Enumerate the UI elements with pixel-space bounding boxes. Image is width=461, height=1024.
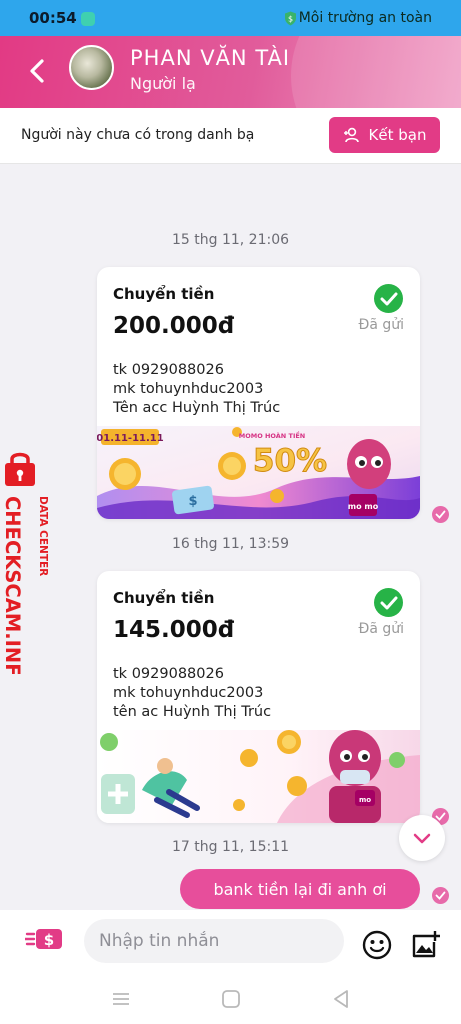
add-image-icon[interactable] <box>410 930 440 960</box>
add-friend-button[interactable]: Kết bạn <box>329 117 440 153</box>
timestamp: 17 thg 11, 15:11 <box>171 839 290 855</box>
check-icon <box>374 588 403 617</box>
chat-header: PHAN VĂN TÀI Người lạ <box>0 36 461 108</box>
not-in-contacts-bar: Người này chưa có trong danh bạ Kết bạn <box>0 108 461 164</box>
home-icon[interactable] <box>220 988 242 1010</box>
note-line: Tên acc Huỳnh Thị Trúc <box>113 400 281 416</box>
note-line: tên ac Huỳnh Thị Trúc <box>113 704 272 720</box>
promo-banner: 01.11-11.11 $ MOMO HOÀN TIỀN 50% mo mo <box>97 426 420 519</box>
safe-environment-text: Môi trường an toàn <box>298 10 432 26</box>
emoji-icon[interactable] <box>362 930 392 960</box>
contact-avatar[interactable] <box>69 45 114 90</box>
checkscam-watermark: DATA CENTER CHECKSCAM.INFO <box>2 452 49 674</box>
note-line: tk 0929088026 <box>113 362 224 378</box>
timestamp: 16 thg 11, 13:59 <box>171 536 290 552</box>
transfer-card[interactable]: Chuyển tiền 145.000đ Đã gửi tk 092908802… <box>97 571 420 823</box>
system-nav-bar <box>0 976 461 1024</box>
back-icon[interactable] <box>26 58 50 84</box>
banner-percent: 50% <box>253 443 327 479</box>
header-decoration <box>291 36 461 108</box>
status-bar: 00:54 $ Môi trường an toàn <box>0 0 461 36</box>
message-input[interactable]: Nhập tin nhắn <box>84 919 344 963</box>
note-line: mk tohuynhduc2003 <box>113 685 264 701</box>
banner-date-tag: 01.11-11.11 <box>97 433 164 444</box>
transfer-status: Đã gửi <box>358 317 404 333</box>
read-receipt-icon <box>432 506 449 523</box>
menu-icon[interactable] <box>110 988 132 1010</box>
add-user-icon <box>343 127 359 143</box>
transfer-card[interactable]: Chuyển tiền 200.000đ Đã gửi tk 092908802… <box>97 267 420 519</box>
svg-text:$: $ <box>188 494 197 509</box>
transfer-note: tk 0929088026 mk tohuynhduc2003 tên ac H… <box>113 665 271 722</box>
safe-environment-indicator: $ Môi trường an toàn <box>284 10 432 26</box>
watermark-line1: DATA CENTER <box>37 496 49 576</box>
outgoing-message[interactable]: bank tiền lại đi anh ơi <box>180 869 420 909</box>
not-in-contacts-text: Người này chưa có trong danh bạ <box>21 127 255 143</box>
transfer-title: Chuyển tiền <box>113 589 215 607</box>
app-notification-icon <box>81 12 95 26</box>
transfer-title: Chuyển tiền <box>113 285 215 303</box>
transfer-note: tk 0929088026 mk tohuynhduc2003 Tên acc … <box>113 361 280 418</box>
timestamp: 15 thg 11, 21:06 <box>171 232 290 248</box>
svg-text:$: $ <box>288 14 293 23</box>
transfer-status: Đã gửi <box>358 621 404 637</box>
send-money-icon[interactable]: $ <box>25 927 63 951</box>
back-nav-icon[interactable] <box>330 988 352 1010</box>
check-icon <box>374 284 403 313</box>
momo-logo: mo <box>359 796 371 804</box>
contact-status: Người lạ <box>130 74 196 93</box>
transfer-amount: 200.000đ <box>113 313 235 339</box>
svg-text:$: $ <box>44 931 54 949</box>
transfer-amount: 145.000đ <box>113 617 235 643</box>
add-friend-label: Kết bạn <box>368 126 427 144</box>
contact-name[interactable]: PHAN VĂN TÀI <box>130 46 290 70</box>
banner-promo-text: MOMO HOÀN TIỀN <box>239 430 306 440</box>
note-line: mk tohuynhduc2003 <box>113 381 264 397</box>
note-line: tk 0929088026 <box>113 666 224 682</box>
status-time: 00:54 <box>29 9 77 27</box>
shield-dollar-icon: $ <box>284 11 296 25</box>
read-receipt-icon <box>432 887 449 904</box>
momo-logo: mo mo <box>348 502 379 511</box>
watermark-line2: CHECKSCAM.INFO <box>2 496 24 674</box>
message-input-bar: $ Nhập tin nhắn <box>0 910 461 976</box>
promo-banner: mo <box>97 730 420 823</box>
lock-icon <box>5 452 35 486</box>
